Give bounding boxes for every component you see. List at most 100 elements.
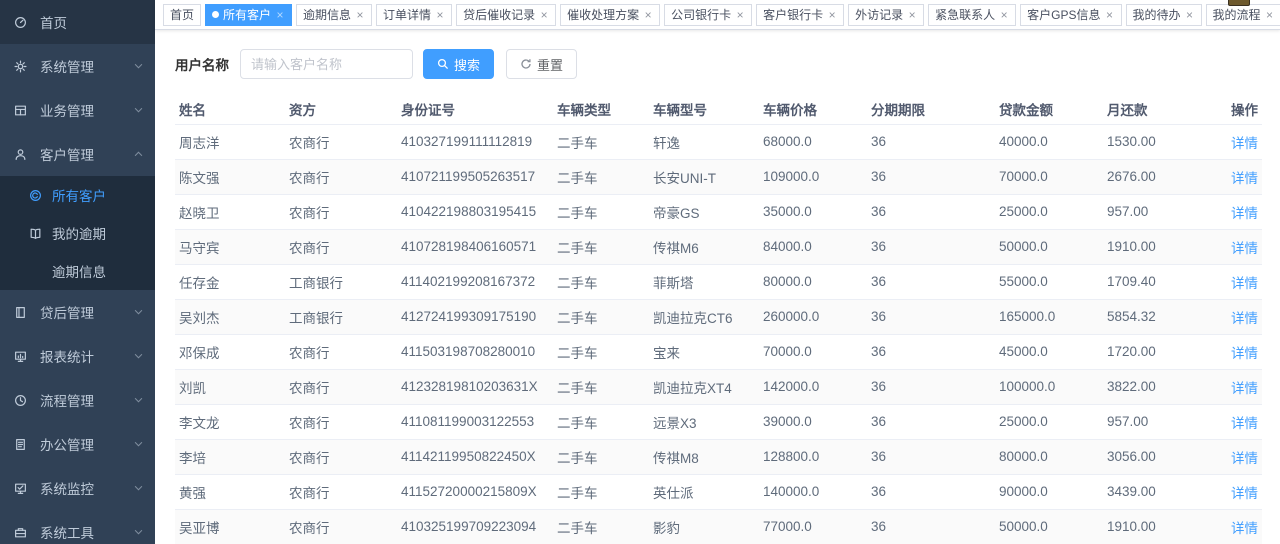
sidebar-item-label: 贷后管理 [40,302,134,322]
table-cell: 轩逸 [649,124,759,159]
table-row: 黄强农商行41152720000215809X二手车英仕派140000.0369… [175,474,1262,509]
table-cell: 36 [867,299,995,334]
tab-home[interactable]: 首页 [163,4,201,26]
table-cell: 二手车 [553,159,649,194]
table-cell: 传祺M8 [649,439,759,474]
table-cell: 二手车 [553,474,649,509]
tab-所有客户[interactable]: 所有客户× [205,4,292,26]
detail-link[interactable]: 详情 [1231,381,1258,396]
table-cell: 农商行 [285,124,397,159]
close-icon[interactable]: × [539,9,549,21]
search-button[interactable]: 搜索 [423,49,494,79]
table-cell: 吴亚博 [175,509,285,544]
tab-订单详情[interactable]: 订单详情 × [376,4,452,26]
chevron-down-icon [134,529,143,535]
tab-客户银行卡[interactable]: 客户银行卡× [756,4,844,26]
tab-外访记录[interactable]: 外访记录× [848,4,924,26]
sidebar-item-label: 系统监控 [40,478,134,498]
table-header-row: 姓名资方身份证号车辆类型车辆型号车辆价格分期期限贷款金额月还款操作 [175,94,1262,124]
close-icon[interactable]: × [999,9,1009,21]
sidebar-item-reports[interactable]: 报表统计 [0,334,155,378]
detail-link[interactable]: 详情 [1231,241,1258,256]
table-cell: 邓保成 [175,334,285,369]
table-cell: 1530.00 [1103,124,1223,159]
table-cell-actions: 详情 [1223,229,1262,264]
sidebar-item-home[interactable]: 首页 [0,0,155,44]
detail-link[interactable]: 详情 [1231,416,1258,431]
table-cell: 36 [867,369,995,404]
tab-紧急联系人[interactable]: 紧急联系人× [928,4,1016,26]
sidebar-item-monitoring[interactable]: 系统监控 [0,466,155,510]
sidebar-item-post-loan[interactable]: 贷后管理 [0,290,155,334]
sidebar-item-overdue-info[interactable]: 逾期信息 [0,252,155,290]
detail-link[interactable]: 详情 [1231,276,1258,291]
sidebar-item-office[interactable]: 办公管理 [0,422,155,466]
tab-label: 订单详情 [383,6,431,23]
sidebar-item-process[interactable]: 流程管理 [0,378,155,422]
sidebar-item-label: 报表统计 [40,346,134,366]
close-icon[interactable]: × [907,9,917,21]
close-icon[interactable]: × [1105,9,1115,21]
tab-公司银行卡[interactable]: 公司银行卡× [664,4,752,26]
sidebar-item-my-overdue[interactable]: 我的逾期 [0,214,155,252]
detail-link[interactable]: 详情 [1231,521,1258,536]
column-header: 车辆价格 [759,94,867,124]
tab-催收处理方案[interactable]: 催收处理方案× [560,4,660,26]
sidebar-item-customers[interactable]: 客户管理 [0,132,155,176]
reset-button[interactable]: 重置 [506,49,577,79]
tab-逾期信息[interactable]: 逾期信息 × [296,4,372,26]
close-icon[interactable]: × [275,9,285,21]
app-root: 首页系统管理业务管理客户管理所有客户我的逾期逾期信息贷后管理报表统计流程管理办公… [0,0,1280,544]
table-cell: 1910.00 [1103,229,1223,264]
close-icon[interactable]: × [643,9,653,21]
table-cell: 411402199208167372 [397,264,553,299]
table-cell: 411081199003122553 [397,404,553,439]
monitor-icon [14,482,29,495]
table-cell: 41152720000215809X [397,474,553,509]
sidebar-item-all-customers[interactable]: 所有客户 [0,176,155,214]
column-header: 身份证号 [397,94,553,124]
close-icon[interactable]: × [1185,9,1195,21]
gear-icon [14,60,29,73]
close-icon[interactable]: × [827,9,837,21]
table-cell-actions: 详情 [1223,334,1262,369]
table-cell: 农商行 [285,404,397,439]
table-row: 刘凯农商行41232819810203631X二手车凯迪拉克XT4142000.… [175,369,1262,404]
detail-link[interactable]: 详情 [1231,311,1258,326]
table-cell: 周志洋 [175,124,285,159]
column-header: 资方 [285,94,397,124]
tab-我的流程[interactable]: 我的流程× [1206,4,1280,26]
table-cell: 36 [867,404,995,439]
customer-name-input[interactable] [240,49,413,79]
sidebar: 首页系统管理业务管理客户管理所有客户我的逾期逾期信息贷后管理报表统计流程管理办公… [0,0,155,544]
tab-贷后催收记录[interactable]: 贷后催收记录× [456,4,556,26]
user-avatar[interactable] [1228,0,1250,6]
detail-link[interactable]: 详情 [1231,346,1258,361]
sidebar-item-tools[interactable]: 系统工具 [0,510,155,544]
customers-icon [29,189,42,202]
detail-link[interactable]: 详情 [1231,136,1258,151]
detail-link[interactable]: 详情 [1231,486,1258,501]
column-header: 车辆类型 [553,94,649,124]
sidebar-item-system[interactable]: 系统管理 [0,44,155,88]
detail-link[interactable]: 详情 [1231,171,1258,186]
tab-我的待办[interactable]: 我的待办× [1126,4,1202,26]
close-icon[interactable]: × [355,9,365,21]
close-icon[interactable]: × [1265,9,1275,21]
table-cell: 68000.0 [759,124,867,159]
table-row: 吴刘杰工商银行412724199309175190二手车凯迪拉克CT626000… [175,299,1262,334]
table-cell: 36 [867,229,995,264]
table-cell: 马守宾 [175,229,285,264]
sidebar-item-label: 业务管理 [40,100,134,120]
tab-label: 逾期信息 [303,6,351,23]
close-icon[interactable]: × [435,9,445,21]
tab-客户GPS信息[interactable]: 客户GPS信息× [1020,4,1121,26]
table-cell: 25000.0 [995,194,1103,229]
table-cell: 二手车 [553,299,649,334]
table-cell: 工商银行 [285,299,397,334]
close-icon[interactable]: × [735,9,745,21]
table-cell: 刘凯 [175,369,285,404]
sidebar-item-business[interactable]: 业务管理 [0,88,155,132]
detail-link[interactable]: 详情 [1231,206,1258,221]
detail-link[interactable]: 详情 [1231,451,1258,466]
